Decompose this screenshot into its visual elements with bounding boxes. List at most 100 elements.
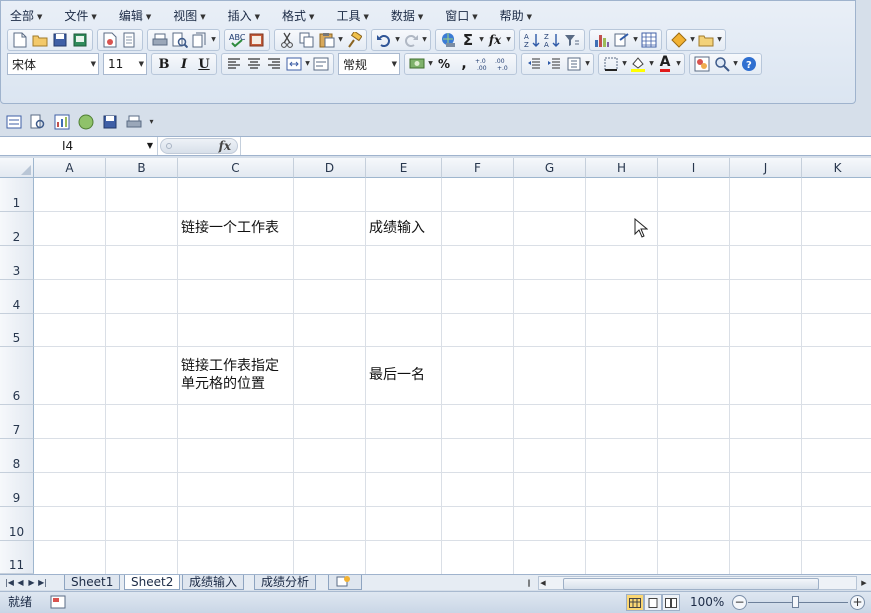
sort-ascending-icon[interactable]: AZ (523, 31, 541, 49)
chevron-down-icon[interactable]: ▼ (304, 55, 311, 73)
customize-qat-chevron-icon[interactable]: ▾ (148, 113, 155, 131)
column-header-e[interactable]: E (366, 158, 442, 178)
cell-e6[interactable]: 最后一名 (369, 366, 425, 384)
increase-indent-icon[interactable] (545, 55, 563, 73)
merge-center-icon[interactable] (285, 55, 303, 73)
print-preview-icon[interactable] (171, 31, 189, 49)
bold-button[interactable]: B (155, 55, 173, 73)
menu-help[interactable]: 帮助 ▼ (490, 5, 544, 27)
chevron-down-icon[interactable]: ▼ (632, 31, 639, 49)
print-preview-doc-icon[interactable] (121, 31, 139, 49)
row-header-3[interactable]: 3 (0, 246, 34, 280)
cell-c2[interactable]: 链接一个工作表 (181, 219, 279, 237)
last-sheet-icon[interactable]: ▶| (37, 576, 48, 589)
chevron-down-icon[interactable]: ▼ (427, 55, 434, 73)
drawing-icon[interactable] (613, 31, 631, 49)
zoom-in-button[interactable]: + (850, 595, 865, 610)
chevron-down-icon[interactable]: ▼ (421, 31, 428, 49)
prev-sheet-icon[interactable]: ◀ (15, 576, 26, 589)
page-break-view-icon[interactable] (662, 594, 680, 611)
select-all-corner[interactable] (0, 158, 34, 178)
copy-icon[interactable] (298, 31, 316, 49)
formula-input[interactable] (240, 137, 871, 155)
folder-icon[interactable] (697, 31, 715, 49)
chevron-down-icon[interactable]: ▼ (716, 31, 723, 49)
insert-sheet-tab[interactable] (328, 575, 362, 590)
chevron-down-icon[interactable]: ▼ (732, 55, 739, 73)
row-header-4[interactable]: 4 (0, 280, 34, 314)
page-layout-view-icon[interactable] (644, 594, 662, 611)
menu-tools[interactable]: 工具 ▼ (326, 5, 380, 27)
chevron-down-icon[interactable]: ▼ (505, 31, 512, 49)
menu-window[interactable]: 窗口 ▼ (435, 5, 489, 27)
comma-button[interactable]: , (455, 55, 473, 73)
scroll-right-icon[interactable]: ▶ (857, 576, 871, 590)
research-icon[interactable] (191, 31, 209, 49)
macro-record-icon[interactable] (50, 595, 66, 612)
save-icon[interactable] (101, 113, 119, 131)
chevron-down-icon[interactable]: ▼ (675, 55, 682, 73)
tab-sheet1[interactable]: Sheet1 (64, 575, 121, 590)
print-icon[interactable] (151, 31, 169, 49)
italic-button[interactable]: I (175, 55, 193, 73)
open-folder-icon[interactable] (31, 31, 49, 49)
print-icon[interactable] (125, 113, 143, 131)
sort-descending-icon[interactable]: ZA (543, 31, 561, 49)
zoom-icon[interactable] (713, 55, 731, 73)
cell-c6-line2[interactable]: 单元格的位置 (181, 375, 265, 393)
row-header-7[interactable]: 7 (0, 405, 34, 439)
styles-icon[interactable] (693, 55, 711, 73)
chart-icon[interactable] (593, 31, 611, 49)
menu-view[interactable]: 视图 ▼ (163, 5, 217, 27)
column-header-h[interactable]: H (586, 158, 658, 178)
row-header-2[interactable]: 2 (0, 212, 34, 246)
paste-icon[interactable] (318, 31, 336, 49)
pivot-chart-icon[interactable] (53, 113, 71, 131)
column-header-c[interactable]: C (178, 158, 294, 178)
tab-grade-analysis[interactable]: 成绩分析 (254, 575, 317, 590)
menu-edit[interactable]: 编辑 ▼ (109, 5, 163, 27)
number-format-select[interactable]: 常规 ▼ (338, 53, 400, 75)
zoom-out-button[interactable]: − (732, 595, 747, 610)
decrease-indent-icon[interactable] (525, 55, 543, 73)
currency-icon[interactable] (408, 55, 426, 73)
column-header-d[interactable]: D (294, 158, 366, 178)
permission-icon[interactable] (101, 31, 119, 49)
resize-grip-icon[interactable] (166, 143, 172, 149)
menu-data[interactable]: 数据 ▼ (381, 5, 435, 27)
row-header-11[interactable]: 11 (0, 541, 34, 574)
worksheet-grid[interactable]: A B C D E F G H I J K 1 2 3 4 5 6 7 8 9 … (0, 158, 871, 574)
normal-view-icon[interactable] (626, 594, 644, 611)
chevron-down-icon[interactable]: ▼ (478, 31, 485, 49)
format-painter-icon[interactable] (345, 31, 363, 49)
first-sheet-icon[interactable]: |◀ (4, 576, 15, 589)
tab-split-handle-icon[interactable]: ‖ (522, 576, 536, 590)
menu-all[interactable]: 全部 ▼ (1, 5, 54, 27)
percent-button[interactable]: % (435, 55, 453, 73)
filter-icon[interactable] (563, 31, 581, 49)
indent-options-icon[interactable] (565, 55, 583, 73)
fill-color-icon[interactable] (629, 55, 647, 73)
menu-insert[interactable]: 插入 ▼ (218, 5, 272, 27)
undo-icon[interactable] (375, 31, 393, 49)
decrease-decimal-icon[interactable]: .00 +.0 (495, 55, 513, 73)
row-header-8[interactable]: 8 (0, 439, 34, 473)
next-sheet-icon[interactable]: ▶ (26, 576, 37, 589)
row-header-10[interactable]: 10 (0, 507, 34, 541)
wrap-text-icon[interactable] (312, 55, 330, 73)
row-header-9[interactable]: 9 (0, 473, 34, 507)
highlight-diamond-icon[interactable] (670, 31, 688, 49)
insert-function-icon[interactable]: fx (486, 31, 504, 49)
tab-grade-input[interactable]: 成绩输入 (182, 575, 245, 590)
chevron-down-icon[interactable]: ▼ (337, 31, 344, 49)
hyperlink-icon[interactable] (439, 31, 457, 49)
zoom-slider-thumb[interactable] (792, 596, 799, 608)
column-header-f[interactable]: F (442, 158, 514, 178)
scroll-track[interactable] (538, 576, 857, 590)
chevron-down-icon[interactable]: ▼ (621, 55, 628, 73)
help-icon[interactable]: ? (740, 55, 758, 73)
new-file-icon[interactable] (11, 31, 29, 49)
zoom-level[interactable]: 100% (690, 592, 724, 613)
column-header-b[interactable]: B (106, 158, 178, 178)
name-box[interactable]: I4 ▼ (0, 137, 158, 155)
